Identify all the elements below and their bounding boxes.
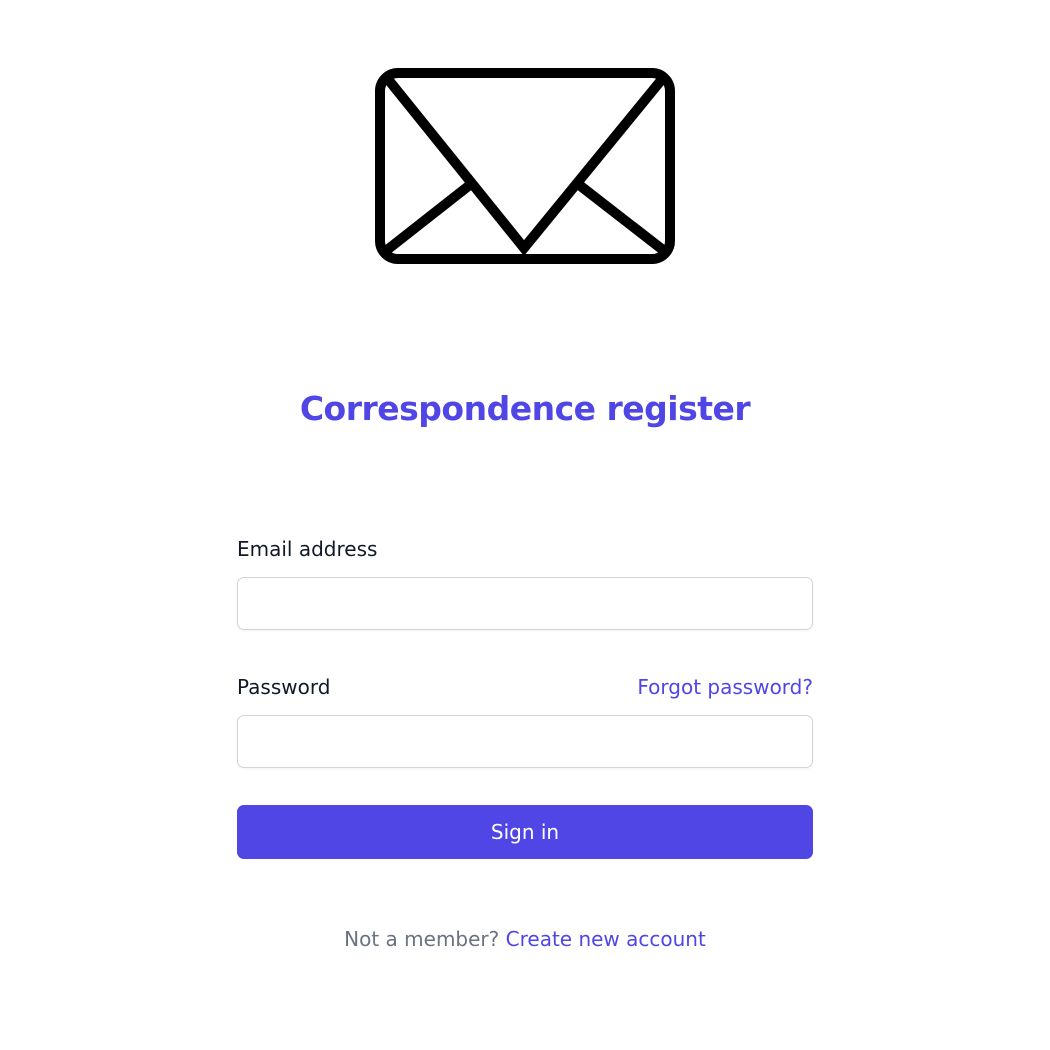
signup-prompt: Not a member? Create new account (0, 924, 1050, 954)
not-member-text: Not a member? (344, 927, 500, 951)
page-title: Correspondence register (299, 389, 751, 428)
email-field[interactable] (237, 577, 813, 630)
forgot-password-link[interactable]: Forgot password? (637, 673, 813, 701)
password-label: Password (237, 675, 331, 699)
create-account-link[interactable]: Create new account (506, 927, 706, 951)
envelope-icon (373, 66, 677, 266)
email-label: Email address (237, 537, 378, 561)
password-field[interactable] (237, 715, 813, 768)
sign-in-button[interactable]: Sign in (237, 805, 813, 859)
login-page: Correspondence register Email address Pa… (0, 0, 1050, 1050)
